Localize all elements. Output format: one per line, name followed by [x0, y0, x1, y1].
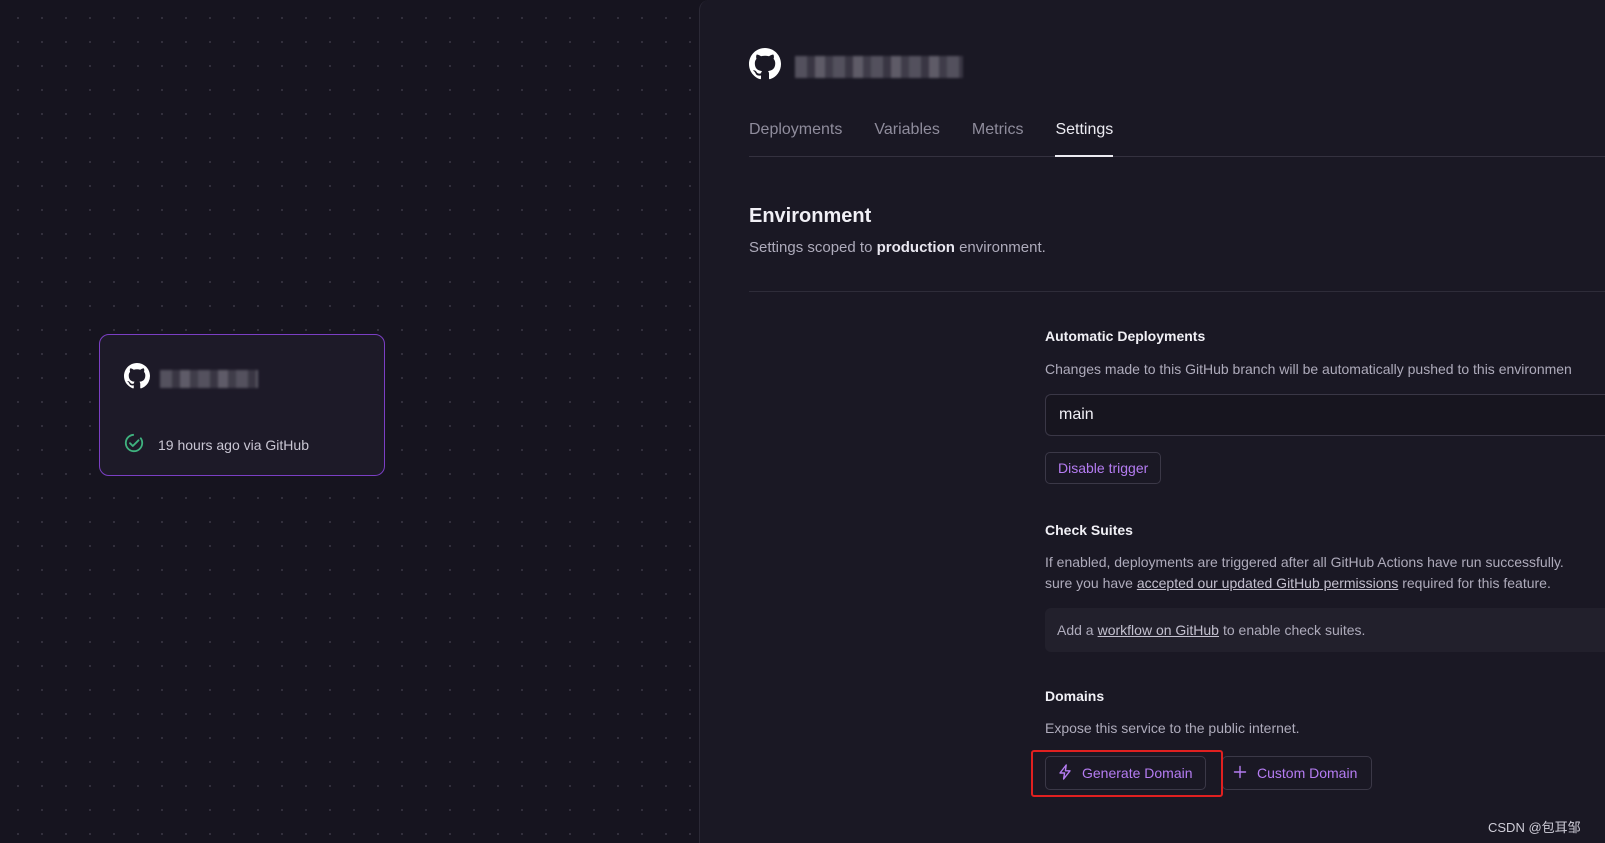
github-icon — [749, 48, 781, 85]
plus-icon — [1233, 765, 1257, 782]
check-suites-notice-suffix: to enable check suites. — [1222, 622, 1366, 638]
service-card[interactable]: 19 hours ago via GitHub — [99, 334, 385, 476]
check-suites-line-2-suffix: required for this feature. — [1398, 575, 1551, 591]
check-suites-line-2: sure you have accepted our updated GitHu… — [1045, 573, 1564, 594]
check-suites-notice-prefix: Add a — [1057, 622, 1094, 638]
custom-domain-button[interactable]: Custom Domain — [1222, 756, 1373, 790]
environment-title: Environment — [749, 205, 872, 227]
panel-header — [749, 48, 963, 85]
check-circle-icon — [124, 433, 144, 456]
service-tabs: Deployments Variables Metrics Settings — [749, 110, 1605, 157]
custom-domain-label: Custom Domain — [1257, 765, 1358, 781]
environment-subtitle-suffix: environment. — [954, 239, 1046, 256]
environment-name: production — [876, 239, 955, 256]
check-suites-line-2-prefix: sure you have — [1045, 575, 1137, 591]
automatic-deployments-title: Automatic Deployments — [1045, 328, 1206, 344]
deploy-status: 19 hours ago via GitHub — [124, 433, 309, 456]
tab-deployments[interactable]: Deployments — [749, 110, 842, 156]
domains-description: Expose this service to the public intern… — [1045, 720, 1300, 736]
tab-metrics[interactable]: Metrics — [972, 110, 1024, 156]
watermark: CSDN @包耳邹 — [1488, 820, 1581, 835]
section-divider — [749, 291, 1605, 292]
domains-title: Domains — [1045, 688, 1105, 704]
check-suites-line-1: If enabled, deployments are triggered af… — [1045, 554, 1564, 570]
check-suites-description: If enabled, deployments are triggered af… — [1045, 552, 1564, 594]
redacted-service-name — [160, 369, 258, 388]
disable-trigger-button[interactable]: Disable trigger — [1045, 452, 1162, 484]
tab-variables[interactable]: Variables — [874, 110, 940, 156]
automatic-deployments-description: Changes made to this GitHub branch will … — [1045, 361, 1572, 377]
github-permissions-link[interactable]: accepted our updated GitHub permissions — [1137, 575, 1398, 591]
workflow-on-github-link[interactable]: workflow on GitHub — [1098, 622, 1219, 638]
tab-settings[interactable]: Settings — [1055, 110, 1114, 157]
service-card-header — [124, 363, 258, 394]
highlight-annotation — [1031, 750, 1223, 797]
service-settings-panel: Deployments Variables Metrics Settings E… — [699, 0, 1605, 843]
environment-subtitle: Settings scoped to production environmen… — [749, 239, 1046, 256]
branch-input[interactable] — [1045, 394, 1605, 436]
check-suites-title: Check Suites — [1045, 522, 1133, 538]
check-suites-notice: Add a workflow on GitHub to enable check… — [1045, 608, 1605, 652]
redacted-service-name — [795, 55, 963, 78]
environment-subtitle-prefix: Settings scoped to — [749, 239, 877, 256]
deploy-status-text: 19 hours ago via GitHub — [158, 436, 309, 453]
github-icon — [124, 363, 150, 394]
